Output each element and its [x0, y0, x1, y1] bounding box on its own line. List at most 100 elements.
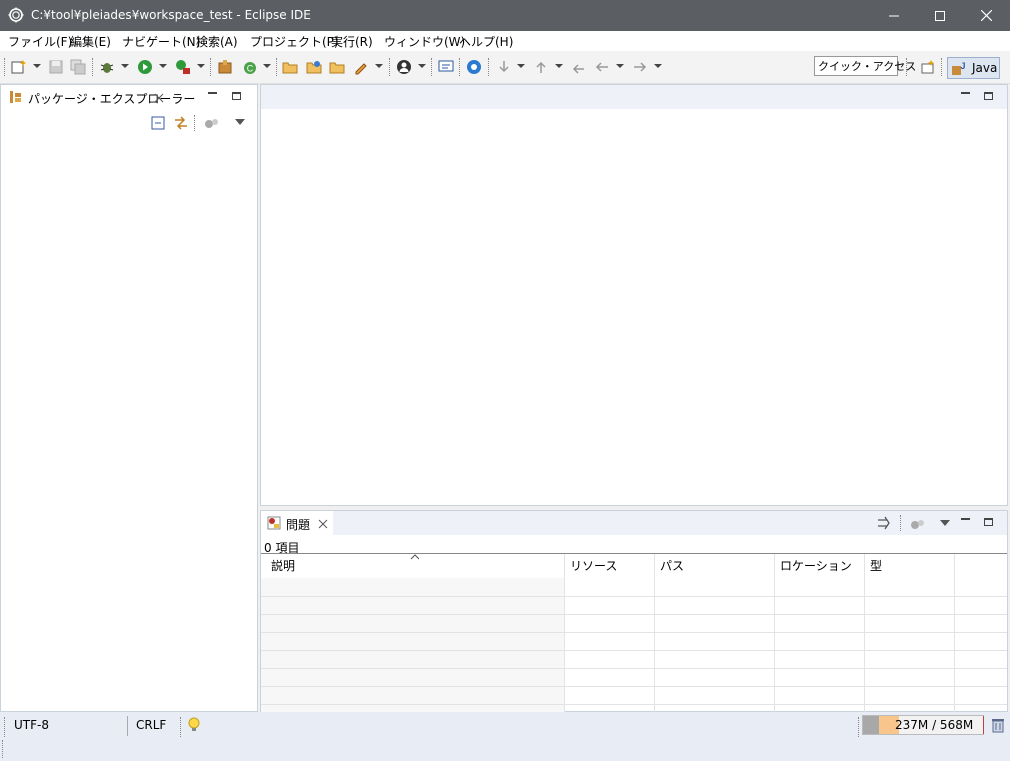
lightbulb-icon[interactable]	[188, 717, 200, 733]
external-tools-dropdown-icon[interactable]	[197, 64, 205, 68]
pen-dropdown-icon[interactable]	[375, 64, 383, 68]
next-annotation-dropdown-icon[interactable]	[517, 64, 525, 68]
new-java-class-icon[interactable]: C	[242, 59, 258, 75]
heap-status[interactable]: 237M / 568M	[862, 715, 984, 735]
column-header-type[interactable]: 型	[864, 554, 954, 578]
user-dropdown-icon[interactable]	[418, 64, 426, 68]
package-explorer-icon	[10, 91, 21, 103]
status-divider	[858, 717, 860, 737]
toolbar-separator	[276, 58, 278, 76]
encoding-status: UTF-8	[14, 718, 49, 732]
toolbar-separator	[488, 58, 490, 76]
link-editor-icon[interactable]	[173, 116, 189, 130]
menu-file[interactable]: ファイル(F)	[8, 33, 72, 50]
previous-annotation-icon[interactable]	[533, 59, 549, 75]
open-type-icon[interactable]	[282, 59, 298, 75]
menu-window[interactable]: ウィンドウ(W)	[384, 33, 465, 50]
minimize-button[interactable]	[871, 0, 917, 31]
debug-dropdown-icon[interactable]	[121, 64, 129, 68]
new-icon[interactable]	[11, 59, 27, 75]
open-task-icon[interactable]	[306, 59, 322, 75]
row-divider	[261, 596, 1007, 597]
open-perspective-icon[interactable]	[920, 59, 936, 75]
view-toolbar-separator	[194, 115, 196, 131]
maximize-view-icon[interactable]	[984, 518, 993, 526]
user-icon[interactable]	[396, 59, 412, 75]
save-all-icon[interactable]	[70, 59, 86, 75]
minimize-view-icon[interactable]	[961, 518, 970, 520]
description-column-shade	[261, 578, 564, 712]
status-grip	[4, 717, 6, 737]
close-tab-icon[interactable]	[154, 93, 164, 103]
maximize-view-icon[interactable]	[232, 92, 241, 100]
problems-tab-label: 問題	[286, 518, 311, 532]
view-toolbar-separator	[900, 515, 902, 531]
toolbar-separator	[459, 58, 461, 76]
column-header-resource[interactable]: リソース	[564, 554, 654, 578]
save-icon[interactable]	[48, 59, 64, 75]
run-dropdown-icon[interactable]	[159, 64, 167, 68]
row-divider	[261, 614, 1007, 615]
toolbar-separator	[941, 58, 943, 76]
svg-text:J: J	[960, 61, 965, 71]
maximize-button[interactable]	[917, 0, 963, 31]
status-divider	[180, 717, 182, 737]
filter-icon[interactable]	[204, 116, 220, 130]
column-divider	[954, 554, 955, 712]
problems-header: 問題	[261, 511, 1007, 535]
back-dropdown-icon[interactable]	[616, 64, 624, 68]
toolbar-grip	[4, 58, 6, 76]
column-header-location[interactable]: ロケーション	[774, 554, 864, 578]
quick-access-input[interactable]: クイック・アクセス	[814, 56, 916, 76]
eclipse-logo-icon	[8, 7, 24, 23]
toolbar-separator	[92, 58, 94, 76]
close-button[interactable]	[963, 0, 1009, 31]
view-menu-icon[interactable]	[235, 119, 245, 125]
pen-icon[interactable]	[353, 59, 369, 75]
debug-icon[interactable]	[99, 59, 115, 75]
java-perspective-label: Java	[972, 61, 998, 75]
filter-icon[interactable]	[910, 517, 926, 531]
package-explorer-tab[interactable]: パッケージ・エクスプローラー	[28, 90, 195, 107]
focus-workbench-icon[interactable]	[877, 516, 893, 530]
maximize-icon	[935, 10, 945, 21]
settings-icon[interactable]	[466, 59, 482, 75]
run-icon[interactable]	[137, 59, 153, 75]
row-divider	[261, 686, 1007, 687]
window-title: C:¥tool¥pleiades¥workspace_test - Eclips…	[31, 8, 311, 22]
problems-tab[interactable]: 問題	[261, 511, 333, 535]
collapse-all-icon[interactable]	[151, 116, 165, 130]
maximize-editor-icon[interactable]	[984, 92, 993, 100]
new-class-dropdown-icon[interactable]	[263, 64, 271, 68]
menu-navigate[interactable]: ナビゲート(N)	[122, 33, 200, 50]
line-ending-status: CRLF	[136, 718, 167, 732]
minimize-editor-icon[interactable]	[961, 92, 970, 94]
next-annotation-icon[interactable]	[496, 59, 512, 75]
forward-icon[interactable]	[632, 59, 648, 75]
package-explorer-panel: パッケージ・エクスプローラー	[0, 84, 258, 712]
back-icon[interactable]	[594, 59, 610, 75]
status-bar: UTF-8 CRLF 237M / 568M	[0, 712, 1010, 761]
trash-icon[interactable]	[991, 717, 1005, 733]
menu-run[interactable]: 実行(R)	[331, 33, 373, 50]
toolbar-separator	[210, 58, 212, 76]
search-folder-icon[interactable]	[329, 59, 345, 75]
new-dropdown-icon[interactable]	[33, 64, 41, 68]
column-divider	[564, 554, 565, 712]
forward-dropdown-icon[interactable]	[654, 64, 662, 68]
view-menu-icon[interactable]	[940, 520, 950, 526]
java-perspective-icon: J	[952, 61, 966, 75]
menu-edit[interactable]: 編集(E)	[70, 33, 111, 50]
java-perspective-button[interactable]: J Java	[947, 57, 1000, 79]
menu-help[interactable]: ヘルプ(H)	[459, 33, 513, 50]
column-header-path[interactable]: パス	[654, 554, 774, 578]
minimize-view-icon[interactable]	[208, 92, 217, 94]
previous-annotation-dropdown-icon[interactable]	[555, 64, 563, 68]
menu-search[interactable]: 検索(A)	[196, 33, 238, 50]
last-edit-icon[interactable]	[570, 59, 586, 75]
close-tab-icon[interactable]	[318, 519, 328, 529]
menu-project[interactable]: プロジェクト(P)	[250, 33, 339, 50]
external-tools-icon[interactable]	[175, 59, 191, 75]
console-icon[interactable]	[438, 59, 454, 75]
new-java-package-icon[interactable]	[217, 59, 233, 75]
